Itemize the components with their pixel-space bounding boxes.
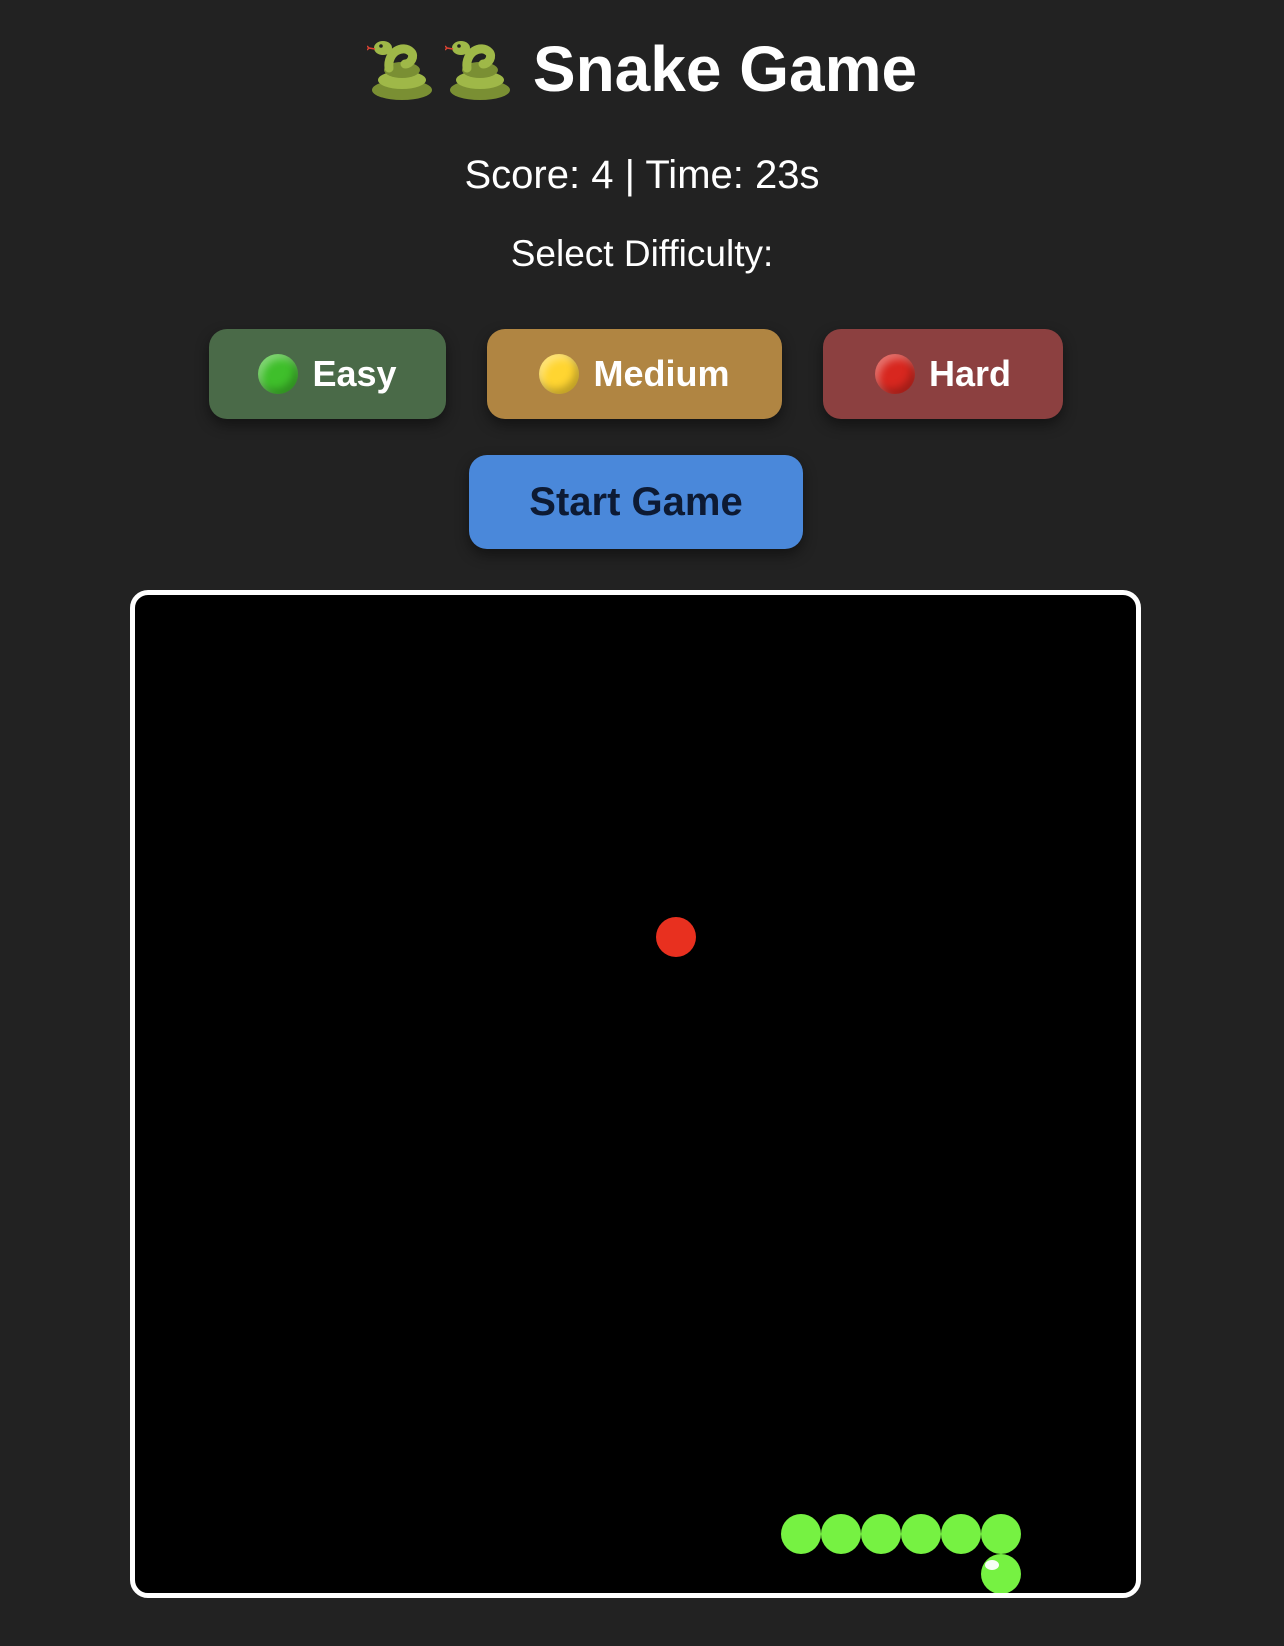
snake-head-highlight [985, 1560, 999, 1570]
food [656, 917, 696, 957]
snake [781, 1514, 1021, 1593]
easy-button-label: Easy [312, 353, 397, 394]
score-time-display: Score: 4 | Time: 23s [464, 153, 820, 197]
snake-segment [941, 1514, 981, 1554]
snake-segment [901, 1514, 941, 1554]
page-title: Snake Game [0, 26, 1284, 112]
snake-segment [821, 1514, 861, 1554]
title-text: Snake Game [532, 33, 918, 105]
start-game-button[interactable]: Start Game [469, 455, 803, 549]
red-circle-icon [874, 354, 915, 394]
start-game-label: Start Game [529, 479, 743, 524]
difficulty-label: Select Difficulty: [510, 233, 774, 274]
snake-segment [981, 1514, 1021, 1554]
game-board[interactable] [130, 590, 1141, 1598]
yellow-circle-icon [539, 354, 580, 394]
medium-button-label: Medium [593, 353, 730, 394]
game-canvas [656, 917, 1021, 1593]
green-circle-icon [258, 354, 299, 394]
hard-button-label: Hard [928, 353, 1012, 394]
snake-icon [366, 41, 432, 100]
medium-button[interactable]: Medium [487, 329, 782, 419]
snake-segment [861, 1514, 901, 1554]
snake-head [981, 1554, 1021, 1593]
snake-segment [781, 1514, 821, 1554]
hard-button[interactable]: Hard [823, 329, 1063, 419]
easy-button[interactable]: Easy [209, 329, 446, 419]
snake-icon [444, 41, 510, 100]
